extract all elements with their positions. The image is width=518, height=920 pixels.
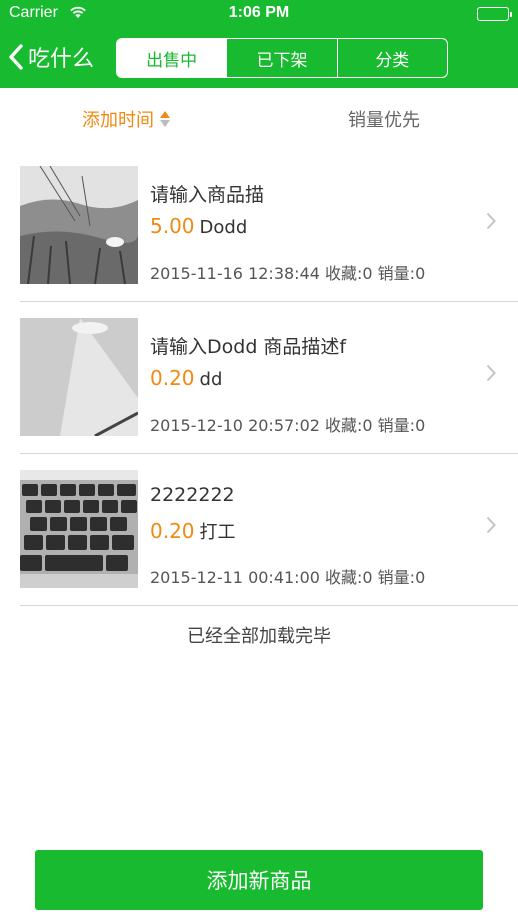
navigation-bar: 吃什么 出售中 已下架 分类 — [0, 28, 518, 88]
product-price: 5.00 — [150, 214, 195, 238]
product-row[interactable]: 请输入商品描 5.00 Dodd 2015-11-16 12:38:44 收藏:… — [0, 150, 518, 302]
segment-on-sale[interactable]: 出售中 — [117, 39, 227, 77]
segment-category[interactable]: 分类 — [336, 39, 447, 77]
product-meta: 2015-11-16 12:38:44 收藏:0 销量:0 — [150, 264, 426, 283]
sort-sales-label: 销量优先 — [348, 110, 420, 131]
back-label: 吃什么 — [28, 47, 95, 72]
product-list: 请输入商品描 5.00 Dodd 2015-11-16 12:38:44 收藏:… — [0, 150, 518, 606]
product-meta: 2015-12-11 00:41:00 收藏:0 销量:0 — [150, 568, 426, 587]
sort-bar: 添加时间 销量优先 — [0, 88, 518, 150]
chevron-right-icon — [486, 212, 496, 234]
battery-icon — [477, 7, 512, 21]
product-row[interactable]: 请输入Dodd 商品描述f 0.20 dd 2015-12-10 20:57:0… — [0, 302, 518, 454]
product-tag: dd — [199, 369, 223, 390]
product-tag: Dodd — [199, 217, 248, 238]
sort-by-sales[interactable]: 销量优先 — [348, 88, 420, 150]
status-bar: Carrier 1:06 PM — [0, 0, 518, 28]
product-image — [20, 166, 138, 284]
chevron-left-icon — [8, 43, 24, 71]
chevron-right-icon — [486, 516, 496, 538]
product-meta: 2015-12-10 20:57:02 收藏:0 销量:0 — [150, 416, 426, 435]
segmented-control: 出售中 已下架 分类 — [116, 38, 448, 78]
product-row[interactable]: 2222222 0.20 打工 2015-12-11 00:41:00 收藏:0… — [0, 454, 518, 606]
chevron-right-icon — [486, 364, 496, 386]
sort-time-label: 添加时间 — [82, 110, 154, 131]
product-name: 2222222 — [150, 484, 235, 506]
back-button[interactable]: 吃什么 — [8, 40, 94, 74]
sort-by-time[interactable]: 添加时间 — [82, 88, 170, 150]
sort-arrows-icon — [160, 111, 170, 127]
product-name: 请输入商品描 — [150, 184, 265, 206]
product-tag: 打工 — [199, 522, 236, 543]
list-footer-message: 已经全部加载完毕 — [187, 626, 331, 647]
product-price: 0.20 — [150, 366, 195, 390]
product-name: 请输入Dodd 商品描述f — [150, 336, 347, 358]
product-price: 0.20 — [150, 519, 195, 543]
segment-off-shelf[interactable]: 已下架 — [226, 39, 336, 77]
add-product-button[interactable]: 添加新商品 — [35, 850, 483, 910]
product-image — [20, 470, 138, 588]
product-image — [20, 318, 138, 436]
clock: 1:06 PM — [228, 4, 290, 21]
